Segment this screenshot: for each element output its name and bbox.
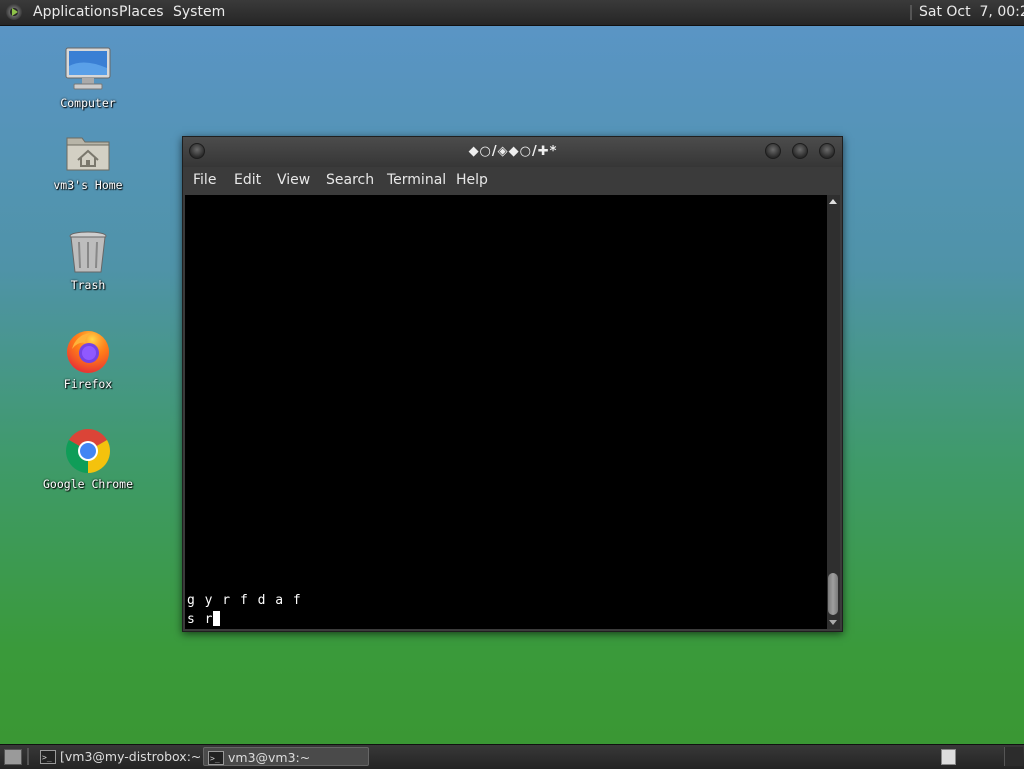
desktop-icon-trash[interactable]: Trash [33,228,143,292]
close-button[interactable] [819,143,835,159]
desktop-icon-label: Google Chrome [42,477,133,491]
terminal-window[interactable]: ◆○/◈◆○/✚* File Edit View Search Terminal… [182,136,843,632]
window-menu-button[interactable] [189,143,205,159]
window-title-bar[interactable]: ◆○/◈◆○/✚* [183,137,842,167]
desktop-icon-label: vm3's Home [53,178,123,192]
scroll-down-arrow-icon[interactable] [829,620,837,625]
trash-icon [64,228,112,276]
places-menu[interactable]: Places [119,0,164,25]
applications-menu[interactable]: Applications [33,0,119,25]
terminal-line: g y r f d a f [187,593,302,608]
scroll-up-arrow-icon[interactable] [829,199,837,204]
desktop-icon-computer[interactable]: Computer [33,46,143,110]
desktop-icon-label: Trash [70,278,106,292]
menu-terminal[interactable]: Terminal [387,172,446,188]
firefox-icon [64,327,112,375]
home-folder-icon [64,128,112,176]
scrollbar-thumb[interactable] [828,573,838,615]
terminal-icon [40,748,56,766]
maximize-button[interactable] [792,143,808,159]
distro-logo-icon[interactable] [6,4,22,20]
minimize-button[interactable] [765,143,781,159]
menu-edit[interactable]: Edit [234,172,261,188]
text-cursor [213,611,221,626]
show-desktop-icon[interactable] [4,749,22,765]
menu-file[interactable]: File [193,172,216,188]
computer-icon [64,46,112,94]
menu-help[interactable]: Help [456,172,488,188]
panel-separator [910,5,912,20]
terminal-output[interactable]: g y r f d a f s r [185,195,827,629]
taskbar-item-distrobox-terminal[interactable]: [vm3@my-distrobox:~] [36,747,200,766]
menu-view[interactable]: View [277,172,310,188]
clock[interactable]: Sat Oct 7, 00:20 [919,0,1024,25]
menu-search[interactable]: Search [326,172,374,188]
terminal-prompt-line: s r [187,611,221,627]
vertical-scrollbar[interactable] [827,195,840,629]
terminal-line: s r [187,612,214,627]
terminal-icon [208,749,224,765]
top-panel: Applications Places System Sat Oct 7, 00… [0,0,1024,26]
taskbar-item-label: vm3@vm3:~ [228,750,311,765]
panel-separator [27,748,29,765]
system-menu[interactable]: System [173,0,225,25]
desktop-icon-firefox[interactable]: Firefox [33,327,143,391]
workspace-empty-slot[interactable] [1004,747,1023,766]
desktop-icon-chrome[interactable]: Google Chrome [33,427,143,491]
chrome-icon [64,427,112,475]
workspace-switcher[interactable] [941,749,956,765]
desktop-icon-home[interactable]: vm3's Home [33,128,143,192]
taskbar-item-label: [vm3@my-distrobox:~] [60,749,200,764]
bottom-panel: [vm3@my-distrobox:~] vm3@vm3:~ [0,744,1024,769]
window-title: ◆○/◈◆○/✚* [468,144,558,159]
terminal-menubar: File Edit View Search Terminal Help [183,167,842,195]
desktop-icon-label: Firefox [63,377,113,391]
taskbar-item-vm3-terminal[interactable]: vm3@vm3:~ [203,747,369,766]
desktop-icon-label: Computer [60,96,116,110]
